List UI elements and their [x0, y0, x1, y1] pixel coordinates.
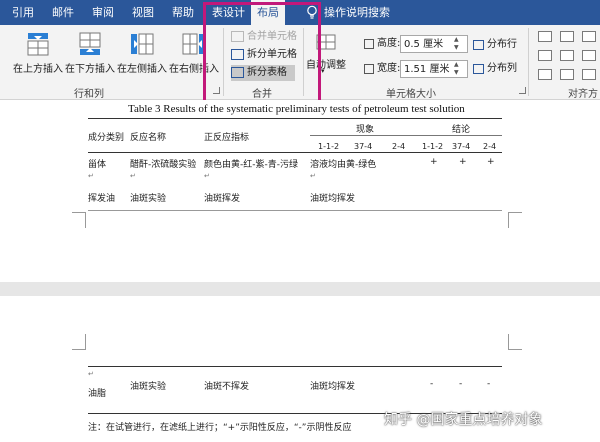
tab-help[interactable]: 帮助 — [172, 0, 194, 25]
group-cell-size: 单元格大小 — [386, 89, 436, 100]
header-sub-b: 37-4 — [452, 142, 471, 151]
header-sub-c: 2-4 — [483, 142, 497, 151]
header-phenomenon: 现象 — [356, 125, 375, 135]
table-top-rule — [88, 366, 502, 367]
cell-indicator: 颜色由黄-红-紫-青-污绿 — [204, 160, 298, 170]
insert-above-label: 在上方插入 — [13, 64, 63, 75]
paragraph-mark: ↵ — [88, 172, 94, 180]
table-footnote: 注：在试管进行，在滤纸上进行；“+”示阳性反应，“-”示阴性反应 — [88, 423, 352, 433]
column-width-icon — [364, 64, 374, 74]
cell-category: 挥发油 — [88, 194, 116, 204]
paragraph-mark: ↵ — [130, 172, 136, 180]
cell-indicator: 油斑挥发 — [204, 194, 241, 204]
insert-below-button[interactable]: 在下方插入 — [64, 31, 116, 75]
insert-below-label: 在下方插入 — [65, 64, 115, 75]
distribute-cols-button[interactable]: 分布列 — [473, 61, 517, 77]
cell-indicator: 油斑不挥发 — [204, 382, 250, 392]
height-spinner[interactable]: ▲ ▼ — [454, 36, 462, 54]
separator — [528, 28, 529, 96]
align-bottom-left-icon[interactable] — [538, 69, 552, 80]
header-sub-b: 37-4 — [354, 142, 373, 151]
header-sub-c: 2-4 — [392, 142, 406, 151]
page-corner-mark — [508, 334, 522, 350]
page-corner-mark — [72, 212, 86, 228]
insert-left-button[interactable]: 在左侧插入 — [116, 31, 168, 75]
align-middle-left-icon[interactable] — [538, 50, 552, 61]
cell-reaction: 醋酐-浓硫酸实验 — [130, 160, 197, 170]
cell-category: 甾体 — [88, 160, 107, 170]
paragraph-mark: ↵ — [88, 370, 94, 378]
cell-result: 油斑均挥发 — [310, 382, 356, 392]
header-reaction: 反应名称 — [130, 133, 167, 143]
paragraph-mark: ↵ — [310, 172, 316, 180]
cell-result: 溶液均由黄-绿色 — [310, 160, 377, 170]
paragraph-mark: ↵ — [204, 172, 210, 180]
cell-category: 油脂 — [88, 389, 107, 399]
cell-conclusion: - — [487, 379, 491, 389]
cell-conclusion: - — [459, 379, 463, 389]
table-caption: Table 3 Results of the systematic prelim… — [128, 103, 465, 115]
tab-review[interactable]: 审阅 — [92, 0, 114, 25]
watermark: 知乎 @国家重点培养对象 — [384, 412, 543, 428]
header-sub-rule — [310, 135, 502, 136]
align-top-right-icon[interactable] — [582, 31, 596, 42]
tab-view[interactable]: 视图 — [132, 0, 154, 25]
distribute-cols-icon — [473, 64, 484, 74]
page-corner-mark — [508, 212, 522, 228]
cell-reaction: 油斑实验 — [130, 382, 167, 392]
header-conclusion: 结论 — [452, 125, 471, 135]
highlight-annotation — [203, 2, 321, 104]
width-row: 宽度: 1.51 厘米 — [362, 60, 468, 78]
width-label: 宽度: — [362, 60, 400, 78]
cell-result: 油斑均挥发 — [310, 194, 356, 204]
split-boundary-rule — [88, 210, 502, 211]
cell-reaction: 油斑实验 — [130, 194, 167, 204]
header-bottom-rule — [88, 152, 502, 153]
height-label: 高度: — [362, 35, 400, 53]
group-alignment: 对齐方 — [568, 89, 598, 100]
cell-conclusion: + — [430, 157, 438, 167]
insert-left-icon — [131, 33, 154, 55]
cell-conclusion: - — [430, 379, 434, 389]
align-bottom-right-icon[interactable] — [582, 69, 596, 80]
insert-below-icon — [79, 32, 101, 55]
insert-left-label: 在左侧插入 — [117, 64, 167, 75]
insert-above-button[interactable]: 在上方插入 — [12, 31, 64, 75]
cell-size-dialog-launcher[interactable] — [519, 87, 526, 94]
align-top-center-icon[interactable] — [560, 31, 574, 42]
align-center-icon[interactable] — [560, 50, 574, 61]
distribute-rows-button[interactable]: 分布行 — [473, 37, 517, 53]
height-row: 高度: 0.5 厘米 — [362, 35, 468, 53]
document-page: Table 3 Results of the systematic prelim… — [0, 100, 600, 282]
cell-conclusion: + — [487, 157, 495, 167]
header-sub-a: 1-1-2 — [422, 142, 444, 151]
row-height-icon — [364, 39, 374, 49]
tab-mailings[interactable]: 邮件 — [52, 0, 74, 25]
align-bottom-center-icon[interactable] — [560, 69, 574, 80]
tell-me-search[interactable]: 操作说明搜索 — [324, 0, 390, 25]
align-middle-right-icon[interactable] — [582, 50, 596, 61]
chevron-down-icon: ▾ — [321, 67, 325, 75]
table-top-rule — [88, 118, 502, 119]
page-corner-mark — [72, 334, 86, 350]
group-rows-cols: 行和列 — [74, 89, 104, 100]
ribbon: 在上方插入 在下方插入 在左侧插入 在右侧插入 行和列 合并单元格 拆分单元格 … — [0, 2, 600, 104]
distribute-rows-icon — [473, 40, 484, 50]
header-indicator: 正反应指标 — [204, 133, 250, 143]
header-category: 成分类别 — [88, 133, 125, 143]
word-window: 引用 邮件 审阅 视图 帮助 表设计 布局 操作说明搜索 在上方插入 在下方插入… — [0, 0, 600, 442]
cell-conclusion: + — [459, 157, 467, 167]
align-top-left-icon[interactable] — [538, 31, 552, 42]
insert-above-icon — [27, 33, 49, 56]
tab-references[interactable]: 引用 — [12, 0, 34, 25]
width-spinner[interactable]: ▲ ▼ — [454, 61, 462, 79]
header-sub-a: 1-1-2 — [318, 142, 340, 151]
